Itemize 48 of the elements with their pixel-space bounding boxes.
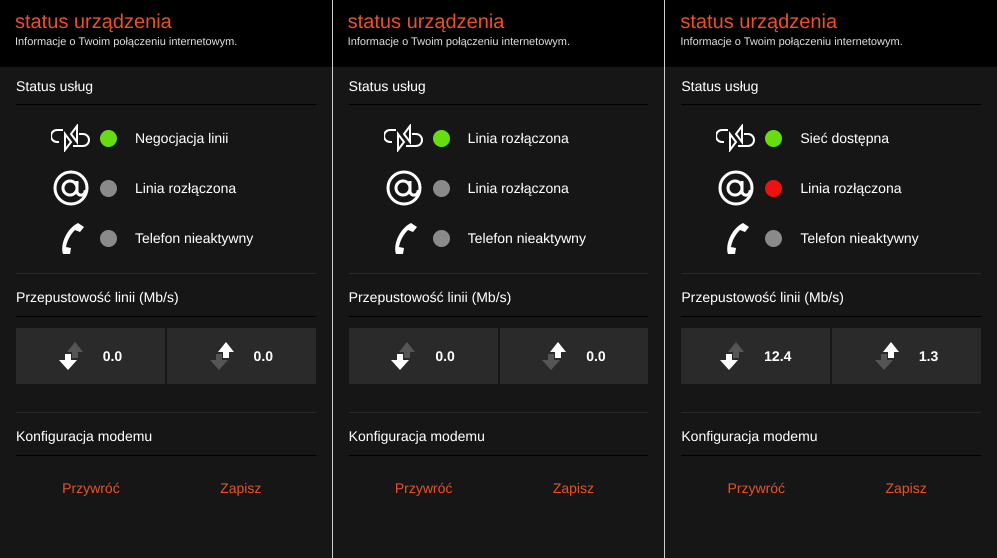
status-label: Telefon nieaktywny	[800, 228, 919, 248]
sync-arrows-icon	[384, 124, 424, 152]
panel-title: status urządzenia	[348, 10, 506, 35]
sync-arrows-icon	[716, 124, 756, 152]
status-label: Telefon nieaktywny	[468, 228, 586, 248]
throughput-value: 0.0	[254, 346, 273, 366]
status-label: Telefon nieaktywny	[135, 228, 254, 248]
at-sign-icon	[51, 170, 91, 206]
section-heading: Konfiguracja modemu	[16, 428, 152, 444]
action-link[interactable]: Zapisz	[885, 478, 927, 499]
section-heading: Status usług	[16, 78, 94, 94]
upload-arrows-icon	[542, 340, 568, 372]
panel-subtitle: Informacje o Twoim połączeniu internetowym.	[348, 35, 572, 49]
action-link[interactable]: Przywróć	[62, 478, 120, 499]
throughput-value: 0.0	[435, 346, 455, 366]
status-label: Sieć dostępna	[800, 128, 890, 148]
status-label: Linia rozłączona	[468, 178, 569, 198]
at-sign-icon	[716, 170, 756, 206]
throughput-value: 0.0	[586, 346, 606, 366]
section-heading: Status usług	[348, 78, 426, 94]
upload-arrows-icon	[210, 340, 236, 372]
throughput-value: 1.3	[918, 346, 938, 366]
panel-title: status urządzenia	[680, 10, 838, 35]
download-arrows-icon	[391, 340, 418, 372]
section-heading: Przepustowość linii (Mb/s)	[348, 289, 512, 305]
action-link[interactable]: Przywróć	[727, 478, 786, 499]
status-label: Negocjacja linii	[135, 128, 228, 148]
panel-subtitle: Informacje o Twoim połączeniu internetowym.	[680, 35, 904, 49]
status-label: Linia rozłączona	[800, 178, 902, 198]
sync-arrows-icon	[51, 124, 91, 152]
section-heading: Przepustowość linii (Mb/s)	[16, 289, 179, 305]
download-arrows-icon	[720, 340, 746, 372]
download-arrows-icon	[58, 340, 85, 372]
throughput-value: 12.4	[764, 346, 792, 366]
section-heading: Konfiguracja modemu	[681, 428, 818, 444]
status-label: Linia rozłączona	[135, 178, 236, 198]
panel-subtitle: Informacje o Twoim połączeniu internetowym.	[15, 35, 238, 49]
at-sign-icon	[384, 170, 424, 206]
section-heading: Konfiguracja modemu	[348, 428, 485, 444]
status-label: Linia rozłączona	[468, 128, 569, 148]
action-link[interactable]: Zapisz	[220, 478, 262, 499]
throughput-value: 0.0	[102, 346, 122, 366]
upload-arrows-icon	[874, 340, 901, 372]
action-link[interactable]: Zapisz	[552, 478, 594, 499]
panel-title: status urządzenia	[15, 10, 173, 35]
section-heading: Status usług	[681, 78, 758, 94]
action-link[interactable]: Przywróć	[394, 478, 452, 499]
section-heading: Przepustowość linii (Mb/s)	[681, 289, 844, 305]
